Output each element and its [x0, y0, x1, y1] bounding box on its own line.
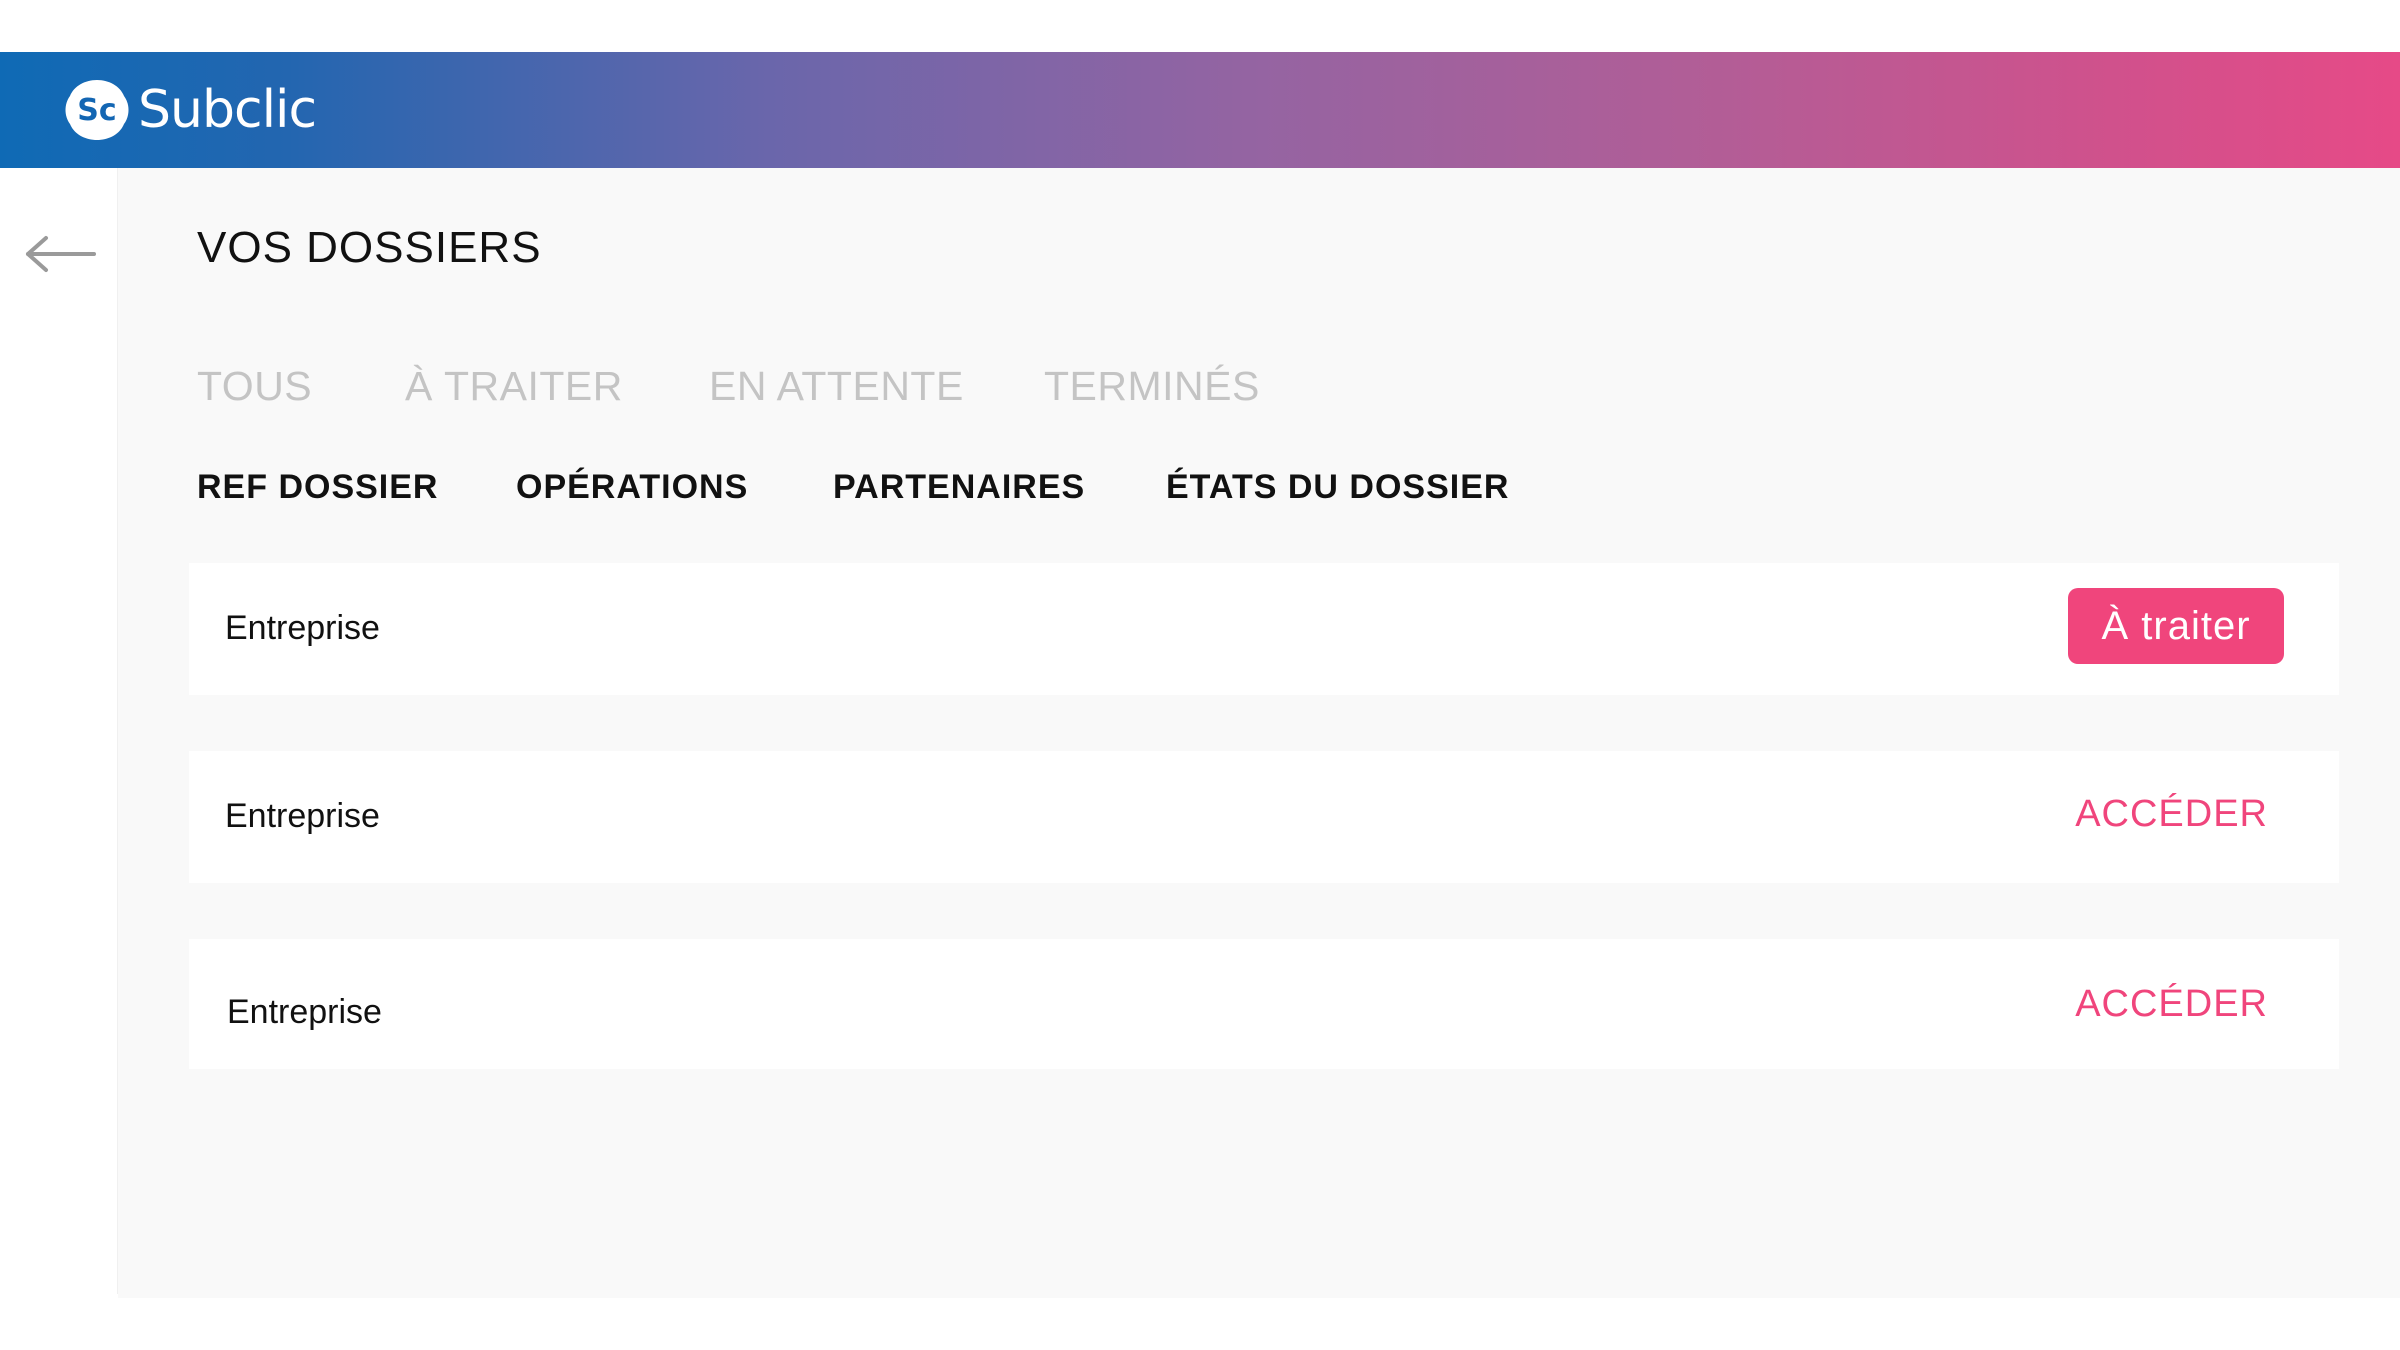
acceder-link[interactable]: ACCÉDER [2075, 795, 2268, 833]
row-company-label: Entreprise [227, 993, 382, 1031]
tab-en-attente[interactable]: EN ATTENTE [709, 366, 964, 407]
row-company-label: Entreprise [225, 609, 380, 647]
row-company-label: Entreprise [225, 797, 380, 835]
subclic-logo-icon: Sc [65, 80, 129, 140]
main-content [118, 168, 2400, 1298]
column-header-operations[interactable]: OPÉRATIONS [516, 470, 748, 504]
dossier-row: Entreprise ACCÉDER [189, 751, 2339, 883]
top-header-bar: Sc Subclic [0, 52, 2400, 168]
brand-logo[interactable]: Sc Subclic [64, 76, 317, 144]
svg-text:Sc: Sc [77, 93, 116, 128]
acceder-link[interactable]: ACCÉDER [2075, 985, 2268, 1023]
brand-name: Subclic [138, 80, 317, 140]
arrow-left-icon[interactable] [24, 232, 98, 276]
sidebar [2, 168, 118, 1294]
column-header-etats-du-dossier[interactable]: ÉTATS DU DOSSIER [1166, 470, 1509, 504]
tab-tous[interactable]: TOUS [197, 366, 312, 407]
status-a-traiter-button[interactable]: À traiter [2068, 588, 2284, 664]
column-header-ref-dossier[interactable]: REF DOSSIER [197, 470, 438, 504]
column-header-partenaires[interactable]: PARTENAIRES [833, 470, 1085, 504]
tab-termines[interactable]: TERMINÉS [1044, 366, 1260, 407]
dossier-row: Entreprise ACCÉDER [189, 939, 2339, 1069]
tab-a-traiter[interactable]: À TRAITER [405, 366, 623, 407]
page-title: VOS DOSSIERS [197, 223, 542, 272]
dossier-row: Entreprise À traiter [189, 563, 2339, 695]
